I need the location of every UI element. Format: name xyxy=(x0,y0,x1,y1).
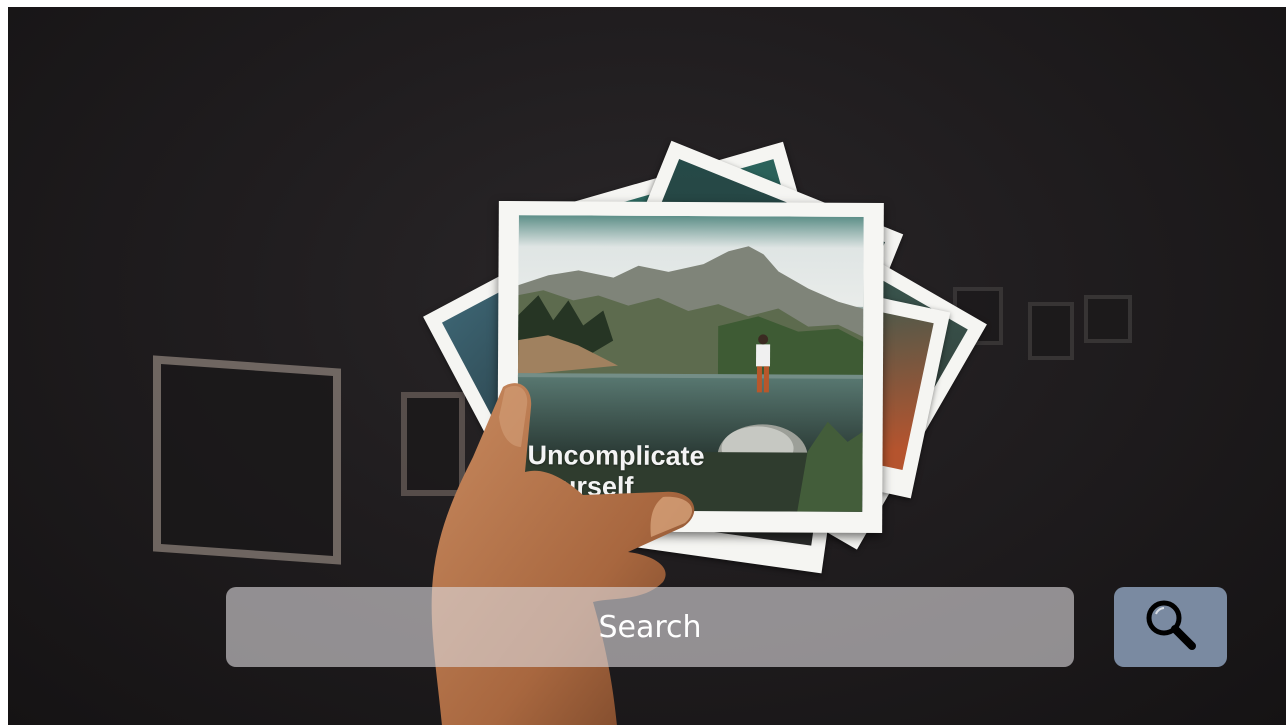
wall-frame xyxy=(153,355,341,565)
wall-frame xyxy=(1028,302,1074,360)
hero-background: Uncomplicate Yourself Search xyxy=(8,7,1286,725)
search-icon xyxy=(1142,596,1200,658)
search-placeholder: Search xyxy=(598,609,702,645)
search-button[interactable] xyxy=(1114,587,1227,667)
wall-frame xyxy=(1084,295,1132,343)
hand-image xyxy=(431,383,695,725)
search-input[interactable]: Search xyxy=(226,587,1074,667)
